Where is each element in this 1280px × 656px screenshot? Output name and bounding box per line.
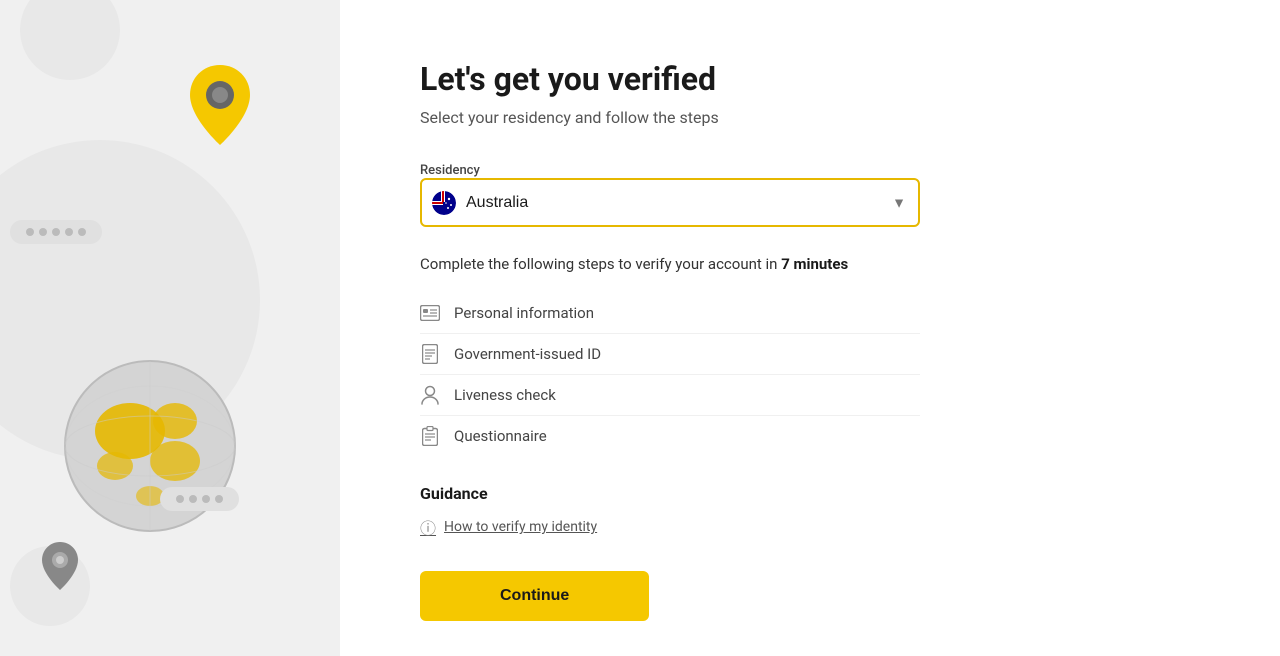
chat-bubble-left bbox=[10, 220, 102, 244]
step-personal-info-label: Personal information bbox=[454, 304, 594, 322]
person-icon bbox=[420, 385, 440, 405]
steps-intro-text: Complete the following steps to verify y… bbox=[420, 255, 920, 273]
page-subtitle: Select your residency and follow the ste… bbox=[420, 108, 920, 127]
content-panel: Let's get you verified Select your resid… bbox=[340, 0, 1280, 656]
document-icon bbox=[420, 344, 440, 364]
guidance-section: Guidance ⓘ How to verify my identity bbox=[420, 484, 920, 539]
residency-label: Residency bbox=[420, 163, 480, 178]
step-questionnaire-label: Questionnaire bbox=[454, 427, 547, 445]
pin-large bbox=[185, 60, 255, 154]
step-personal-info: Personal information bbox=[420, 293, 920, 334]
pin-small bbox=[40, 540, 80, 596]
guidance-title: Guidance bbox=[420, 484, 920, 503]
step-liveness: Liveness check bbox=[420, 375, 920, 416]
info-circle-icon: ⓘ bbox=[420, 515, 436, 539]
continue-button[interactable]: Continue bbox=[420, 571, 649, 621]
step-government-id-label: Government-issued ID bbox=[454, 345, 601, 363]
chat-bubble-right bbox=[160, 487, 239, 511]
step-questionnaire: Questionnaire bbox=[420, 416, 920, 456]
guidance-link-text: How to verify my identity bbox=[444, 519, 597, 535]
steps-time: 7 minutes bbox=[781, 255, 848, 273]
page-title: Let's get you verified bbox=[420, 60, 920, 98]
decorative-panel bbox=[0, 0, 340, 656]
main-content: Let's get you verified Select your resid… bbox=[420, 60, 920, 621]
step-government-id: Government-issued ID bbox=[420, 334, 920, 375]
bg-circle-top bbox=[20, 0, 120, 80]
residency-select[interactable]: Australia United States United Kingdom C… bbox=[420, 178, 920, 227]
residency-select-wrapper[interactable]: Australia United States United Kingdom C… bbox=[420, 178, 920, 227]
step-liveness-label: Liveness check bbox=[454, 386, 556, 404]
id-card-icon bbox=[420, 303, 440, 323]
clipboard-icon bbox=[420, 426, 440, 446]
steps-list: Personal information Government-issued I… bbox=[420, 293, 920, 456]
guidance-link[interactable]: ⓘ How to verify my identity bbox=[420, 515, 920, 539]
residency-field: Residency bbox=[420, 159, 920, 227]
